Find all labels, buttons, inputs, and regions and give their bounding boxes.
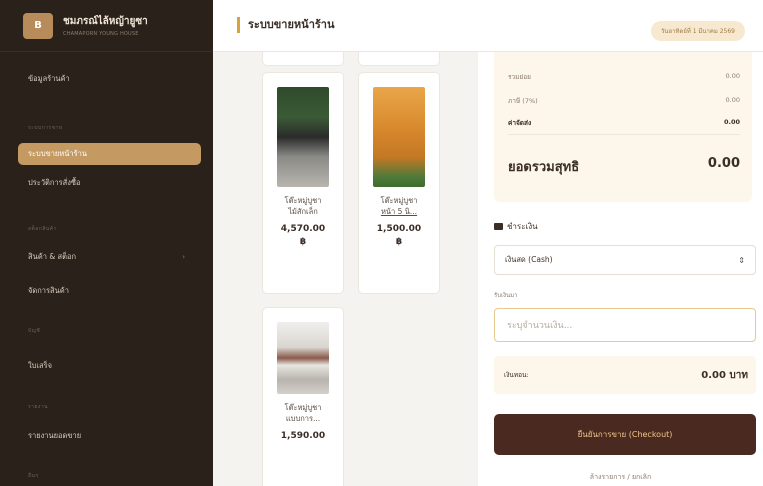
header: ระบบขายหน้าร้าน วันอาทิตย์ที่ 1 มีนาคม 2… bbox=[213, 0, 763, 52]
payment-method-select[interactable]: เงินสด (Cash) ⇕ bbox=[494, 245, 756, 275]
product-card[interactable]: โต๊ะหมู่บูชา หน้า 5 นิ... 1,500.00 ฿ bbox=[358, 72, 440, 294]
sidebar-item-products[interactable]: สินค้า & สต็อก › bbox=[18, 246, 201, 268]
product-card[interactable]: โต๊ะหมู่บูชา ไม้สักเล็ก 4,570.00 ฿ bbox=[262, 72, 344, 294]
brand: B ชมภรณ์ไล้หญ้ายูซา CHAMAPORN YOUNG HOUS… bbox=[0, 0, 213, 52]
nav-section-sales: ระบบการขาย bbox=[28, 125, 63, 131]
nav-section-accounting: บัญชี bbox=[28, 328, 41, 334]
received-amount-input[interactable]: ระบุจำนวนเงิน... bbox=[494, 308, 756, 342]
nav-section-stock: สต็อกสินค้า bbox=[28, 226, 57, 232]
product-image bbox=[277, 322, 329, 394]
nav-section-reports: รายงาน bbox=[28, 404, 49, 410]
sidebar-item-shop-info[interactable]: ข้อมูลร้านค้า bbox=[18, 68, 201, 90]
subtotal-row: รวมย่อย 0.00 bbox=[508, 72, 740, 81]
divider bbox=[508, 134, 740, 135]
product-card-partial[interactable] bbox=[358, 52, 440, 66]
product-name: โต๊ะหมู่บูชา ไม้สักเล็ก bbox=[284, 196, 322, 216]
order-summary: รวมย่อย 0.00 ภาษี (7%) 0.00 ค่าจัดส่ง 0.00 … bbox=[494, 52, 752, 202]
received-label: รับเงินมา bbox=[494, 292, 518, 299]
change-box: เงินทอน: 0.00 บาท bbox=[494, 356, 756, 394]
product-image bbox=[277, 87, 329, 187]
wallet-icon bbox=[494, 223, 503, 230]
checkout-button[interactable]: ยืนยันการขาย (Checkout) bbox=[494, 414, 756, 455]
product-name: โต๊ะหมู่บูชา แบบการ... bbox=[284, 403, 322, 423]
net-total-value: 0.00 bbox=[707, 156, 740, 171]
sidebar-item-pos[interactable]: ระบบขายหน้าร้าน bbox=[18, 143, 201, 165]
sidebar-item-manage-products[interactable]: จัดการสินค้า bbox=[18, 280, 201, 302]
brand-subtitle: CHAMAPORN YOUNG HOUSE bbox=[63, 31, 139, 37]
net-total-label: ยอดรวมสุทธิ bbox=[508, 160, 580, 175]
product-price: 1,590.00 bbox=[280, 431, 326, 441]
change-value: 0.00 บาท bbox=[701, 370, 748, 381]
nav-section-other: อื่นๆ bbox=[28, 473, 39, 479]
vat-row: ภาษี (7%) 0.00 bbox=[508, 96, 740, 105]
product-image bbox=[373, 87, 425, 187]
change-label: เงินทอน: bbox=[504, 371, 529, 379]
product-card[interactable]: โต๊ะหมู่บูชา แบบการ... 1,590.00 bbox=[262, 307, 344, 486]
sidebar-item-receipts[interactable]: ใบเสร็จ bbox=[18, 355, 201, 377]
product-price: 4,570.00 ฿ bbox=[280, 224, 326, 247]
checkout-panel: รวมย่อย 0.00 ภาษี (7%) 0.00 ค่าจัดส่ง 0.00 … bbox=[478, 52, 763, 486]
chevron-right-icon: › bbox=[182, 253, 185, 261]
product-name: โต๊ะหมู่บูชา หน้า 5 นิ... bbox=[380, 196, 418, 216]
clear-cancel-link[interactable]: ล้างรายการ / ยกเลิก bbox=[478, 472, 763, 483]
sidebar: B ชมภรณ์ไล้หญ้ายูซา CHAMAPORN YOUNG HOUS… bbox=[0, 0, 213, 486]
chevron-updown-icon: ⇕ bbox=[738, 255, 745, 265]
sidebar-item-orders[interactable]: ประวัติการสั่งซื้อ bbox=[18, 172, 201, 194]
page-title: ระบบขายหน้าร้าน bbox=[237, 17, 334, 33]
product-price: 1,500.00 ฿ bbox=[376, 224, 422, 247]
product-card-partial[interactable] bbox=[262, 52, 344, 66]
shipping-row: ค่าจัดส่ง 0.00 bbox=[508, 118, 740, 127]
brand-logo: B bbox=[23, 12, 53, 39]
date-badge: วันอาทิตย์ที่ 1 มีนาคม 2569 bbox=[651, 21, 745, 41]
payment-title: ชำระเงิน bbox=[494, 220, 538, 233]
sidebar-item-sales-report[interactable]: รายงานยอดขาย bbox=[18, 425, 201, 447]
brand-name: ชมภรณ์ไล้หญ้ายูซา bbox=[63, 16, 148, 27]
